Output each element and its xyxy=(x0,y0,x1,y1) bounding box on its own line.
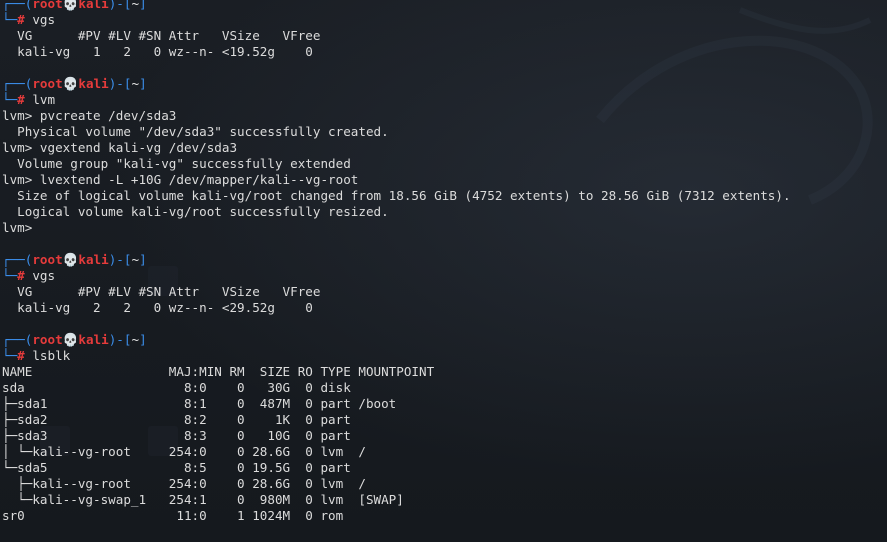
output-line: Size of logical volume kali-vg/root chan… xyxy=(2,188,791,203)
command-line: └─# lvm xyxy=(2,92,887,108)
output-line: sr0 11:0 1 1024M 0 rom xyxy=(2,508,344,523)
output-line: │ └─kali--vg-root 254:0 0 28.6G 0 lvm / xyxy=(2,444,366,459)
output-line: Volume group "kali-vg" successfully exte… xyxy=(2,156,351,171)
prompt-host: kali xyxy=(78,76,109,91)
output-line: lvm> pvcreate /dev/sda3 xyxy=(2,108,177,123)
prompt-frame: ┌──( xyxy=(2,252,33,267)
prompt-frame: ] xyxy=(139,332,147,347)
output-line: sda 8:0 0 30G 0 disk xyxy=(2,380,351,395)
prompt-frame: └─ xyxy=(2,348,18,363)
command-line: └─# vgs xyxy=(2,12,887,28)
command-text: vgs xyxy=(32,12,56,27)
prompt-frame: ┌──( xyxy=(2,0,33,11)
prompt-hash: # xyxy=(17,348,33,363)
command-text: lsblk xyxy=(32,348,71,363)
prompt-host: kali xyxy=(78,252,109,267)
skull-icon: 💀 xyxy=(62,332,79,347)
prompt-user: root xyxy=(32,0,63,11)
output-line: ├─sda3 8:3 0 10G 0 part xyxy=(2,428,351,443)
prompt-frame: )-[ xyxy=(108,252,132,267)
output-line: └─kali--vg-swap_1 254:1 0 980M 0 lvm [SW… xyxy=(2,492,404,507)
prompt-hash: # xyxy=(17,268,33,283)
output-line: kali-vg 1 2 0 wz--n- <19.52g 0 xyxy=(2,44,313,59)
skull-icon: 💀 xyxy=(62,252,79,267)
output-line: Physical volume "/dev/sda3" successfully… xyxy=(2,124,389,139)
output-line: ├─kali--vg-root 254:0 0 28.6G 0 lvm / xyxy=(2,476,366,491)
prompt-frame: └─ xyxy=(2,268,18,283)
prompt-line: ┌──(root💀kali)-[~] xyxy=(2,252,887,268)
command-text: lvm xyxy=(32,92,56,107)
output-line: └─sda5 8:5 0 19.5G 0 part xyxy=(2,460,351,475)
prompt-line: ┌──(root💀kali)-[~] xyxy=(2,0,887,12)
prompt-host: kali xyxy=(78,0,109,11)
output-line: lvm> lvextend -L +10G /dev/mapper/kali--… xyxy=(2,172,359,187)
command-line: └─# vgs xyxy=(2,268,887,284)
output-line: lvm> vgextend kali-vg /dev/sda3 xyxy=(2,140,238,155)
prompt-line: ┌──(root💀kali)-[~] xyxy=(2,76,887,92)
prompt-frame: ] xyxy=(139,0,147,11)
command-line: └─# lsblk xyxy=(2,348,887,364)
prompt-frame: └─ xyxy=(2,92,18,107)
prompt-hash: # xyxy=(17,12,33,27)
output-line: kali-vg 2 2 0 wz--n- <29.52g 0 xyxy=(2,300,313,315)
prompt-cwd: ~ xyxy=(131,252,140,267)
prompt-user: root xyxy=(32,252,63,267)
prompt-user: root xyxy=(32,76,63,91)
output-line: ├─sda2 8:2 0 1K 0 part xyxy=(2,412,351,427)
skull-icon: 💀 xyxy=(62,0,79,11)
prompt-frame: ] xyxy=(139,76,147,91)
output-line: VG #PV #LV #SN Attr VSize VFree xyxy=(2,284,321,299)
prompt-hash: # xyxy=(17,92,33,107)
prompt-cwd: ~ xyxy=(131,76,140,91)
output-line: NAME MAJ:MIN RM SIZE RO TYPE MOUNTPOINT xyxy=(2,364,435,379)
terminal-output[interactable]: ┌──(root💀kali)-[~] └─# vgs VG #PV #LV #SN… xyxy=(2,0,887,524)
prompt-frame: ┌──( xyxy=(2,332,33,347)
prompt-frame: ┌──( xyxy=(2,76,33,91)
prompt-frame: └─ xyxy=(2,12,18,27)
prompt-user: root xyxy=(32,332,63,347)
output-line: VG #PV #LV #SN Attr VSize VFree xyxy=(2,28,321,43)
command-text: vgs xyxy=(32,268,56,283)
output-line: Logical volume kali-vg/root successfully… xyxy=(2,204,389,219)
prompt-line: ┌──(root💀kali)-[~] xyxy=(2,332,887,348)
skull-icon: 💀 xyxy=(62,76,79,91)
prompt-frame: ] xyxy=(139,252,147,267)
prompt-frame: )-[ xyxy=(108,76,132,91)
output-line: lvm> xyxy=(2,220,33,235)
prompt-cwd: ~ xyxy=(131,332,140,347)
prompt-frame: )-[ xyxy=(108,332,132,347)
prompt-frame: )-[ xyxy=(108,0,132,11)
output-line: ├─sda1 8:1 0 487M 0 part /boot xyxy=(2,396,397,411)
prompt-host: kali xyxy=(78,332,109,347)
prompt-cwd: ~ xyxy=(131,0,140,11)
